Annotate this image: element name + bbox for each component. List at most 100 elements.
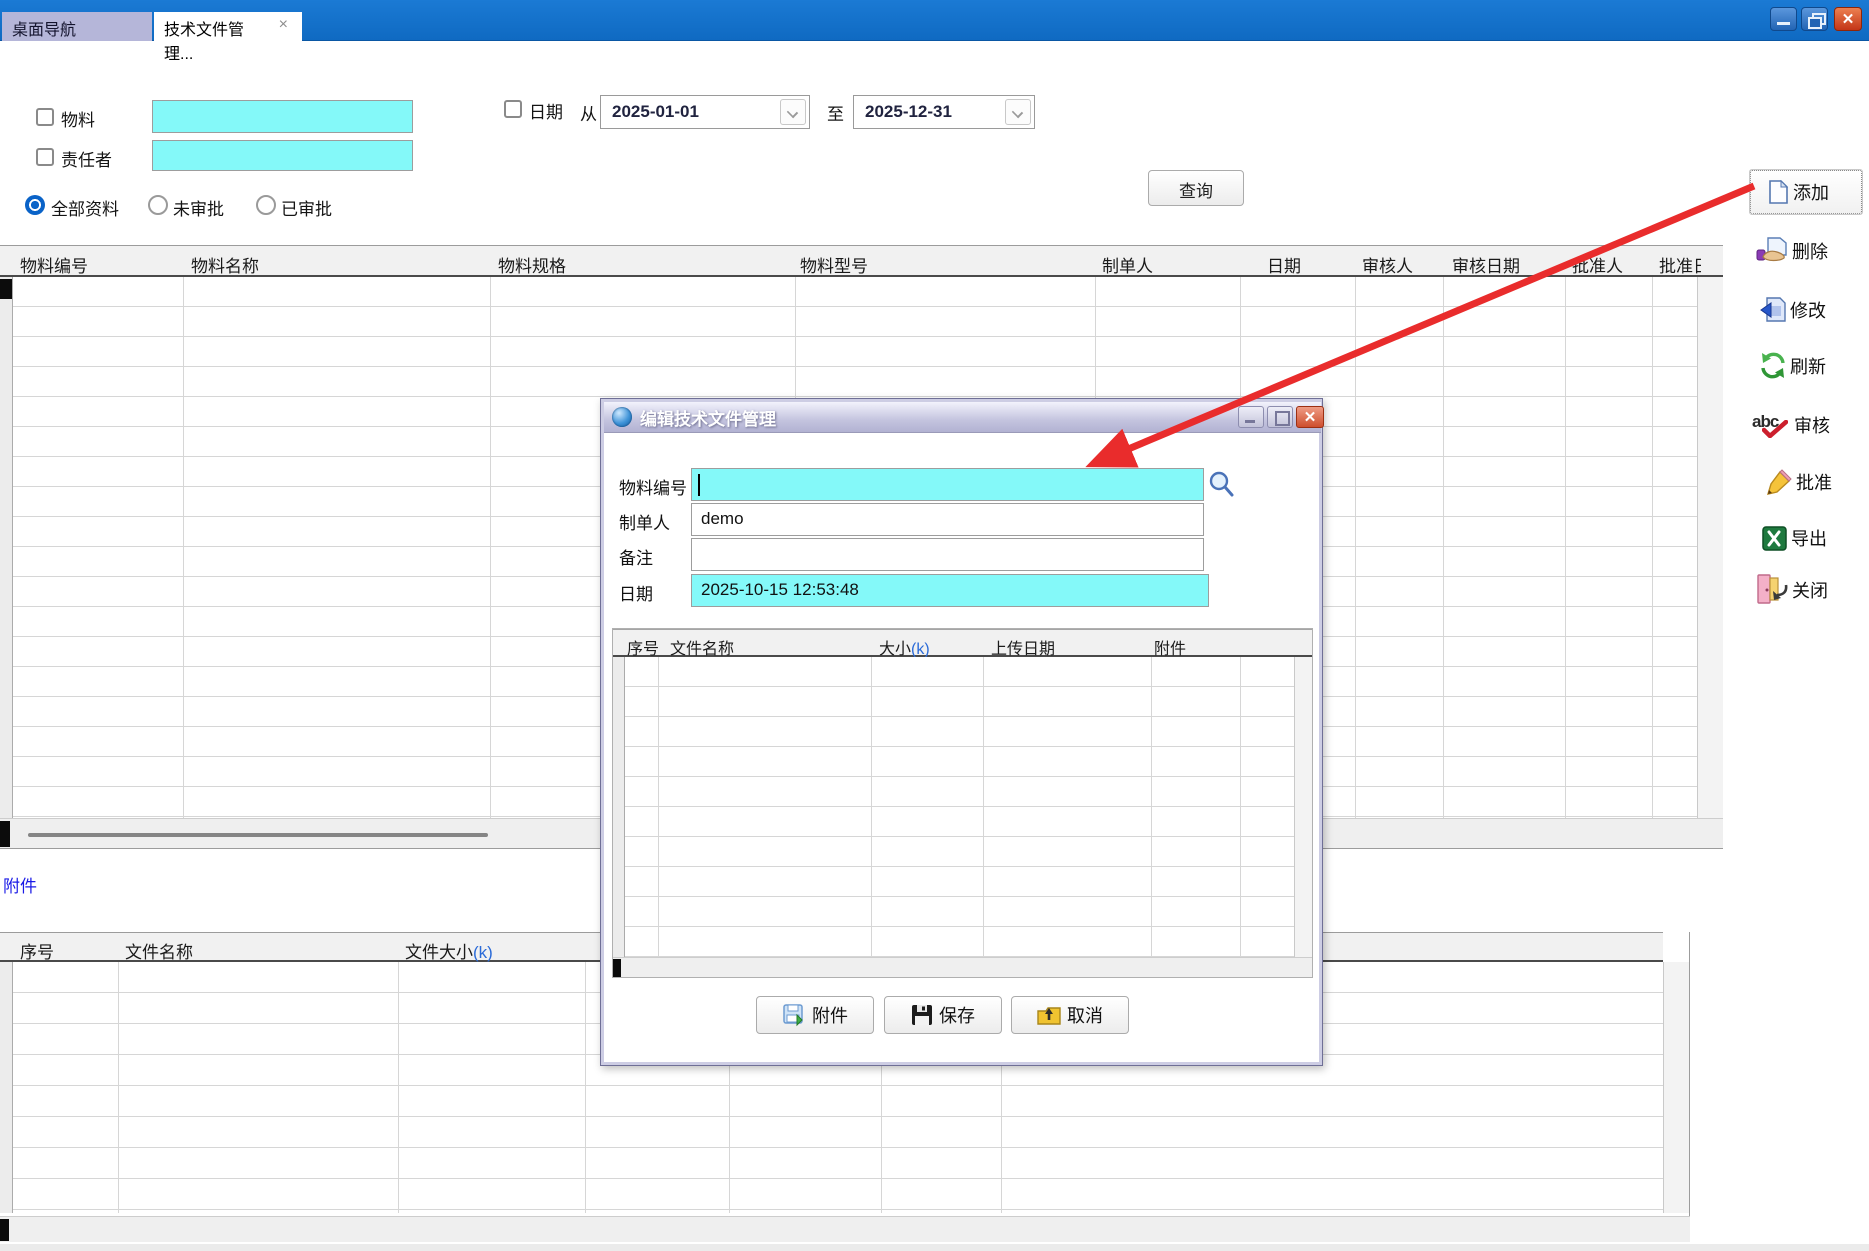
date-to-label: 至 bbox=[827, 100, 844, 125]
column-header[interactable]: 物料编号 bbox=[20, 252, 88, 277]
owner-checkbox[interactable] bbox=[36, 148, 54, 166]
column-header[interactable]: 附件 bbox=[1154, 635, 1186, 659]
radio-all-records[interactable] bbox=[25, 195, 45, 215]
date-from-select[interactable]: 2025-01-01 bbox=[600, 95, 810, 129]
column-header[interactable]: 物料名称 bbox=[191, 252, 259, 277]
scrollbar-thumb[interactable] bbox=[0, 821, 10, 847]
attachment-button[interactable]: 附件 bbox=[756, 996, 874, 1034]
horizontal-scrollbar[interactable] bbox=[0, 1216, 1690, 1242]
sidebar-audit-button[interactable]: abc 审核 bbox=[1752, 412, 1830, 438]
date-input[interactable]: 2025-10-15 12:53:48 bbox=[691, 574, 1209, 607]
radio-approved[interactable] bbox=[256, 195, 276, 215]
column-header[interactable]: 文件名称 bbox=[125, 938, 193, 963]
column-header[interactable]: 物料型号 bbox=[800, 252, 868, 277]
status-strip bbox=[0, 1244, 1869, 1251]
maximize-icon bbox=[1268, 407, 1292, 427]
scrollbar-thumb[interactable] bbox=[0, 1219, 9, 1241]
remark-input[interactable] bbox=[691, 538, 1204, 571]
attach-floppy-arrow-icon bbox=[782, 1003, 806, 1027]
field-label-remark: 备注 bbox=[619, 544, 653, 569]
column-header[interactable]: 上传日期 bbox=[991, 635, 1055, 659]
dialog-minimize-button[interactable] bbox=[1238, 406, 1264, 428]
field-label-material-code: 物料编号 bbox=[619, 474, 687, 499]
tab-bar: 桌面导航 技术文件管理... × bbox=[0, 0, 1869, 41]
sidebar-close-button[interactable]: 关闭 bbox=[1756, 573, 1828, 607]
material-code-input[interactable] bbox=[691, 468, 1204, 501]
close-icon bbox=[1297, 407, 1323, 427]
column-header[interactable]: 审核人 bbox=[1362, 252, 1413, 277]
delete-hand-icon bbox=[1756, 237, 1788, 265]
dialog-close-button[interactable] bbox=[1296, 406, 1324, 428]
tab-close-icon[interactable]: × bbox=[279, 16, 288, 41]
column-header[interactable]: 制单人 bbox=[1102, 252, 1153, 277]
vertical-scrollbar[interactable] bbox=[1663, 962, 1689, 1213]
tab-desktop-navigation[interactable]: 桌面导航 bbox=[2, 12, 152, 41]
column-header[interactable]: 文件名称 bbox=[670, 635, 734, 659]
dialog-title-bar[interactable]: 编辑技术文件管理 bbox=[604, 402, 1321, 433]
grid-column-line bbox=[398, 962, 399, 1213]
column-header[interactable]: 序号 bbox=[627, 635, 659, 659]
grid-column-line bbox=[658, 657, 659, 957]
radio-unapproved-label: 未审批 bbox=[173, 195, 224, 220]
creator-input[interactable]: demo bbox=[691, 503, 1204, 536]
window-restore-button[interactable] bbox=[1801, 7, 1828, 31]
owner-label: 责任者 bbox=[61, 146, 112, 171]
column-header[interactable]: 物料规格 bbox=[498, 252, 566, 277]
edit-dialog: 编辑技术文件管理 物料编号 制单人 demo 备注 日期 2025-10-15 … bbox=[600, 398, 1323, 1066]
scrollbar-thumb[interactable] bbox=[613, 959, 621, 977]
material-checkbox[interactable] bbox=[36, 108, 54, 126]
column-header[interactable]: 批准人 bbox=[1572, 252, 1623, 277]
scrollbar-thumb[interactable] bbox=[28, 833, 488, 837]
tab-tech-doc-management[interactable]: 技术文件管理... × bbox=[154, 12, 302, 41]
search-icon[interactable] bbox=[1207, 470, 1235, 498]
column-header[interactable]: 文件大小(k) bbox=[405, 938, 493, 963]
refresh-arrows-icon bbox=[1760, 352, 1786, 379]
sidebar-button-label: 批准 bbox=[1796, 469, 1832, 495]
sidebar-button-label: 添加 bbox=[1793, 179, 1829, 205]
radio-approved-label: 已审批 bbox=[281, 195, 332, 220]
save-button[interactable]: 保存 bbox=[884, 996, 1002, 1034]
attachment-link[interactable]: 附件 bbox=[3, 872, 37, 897]
sidebar-delete-button[interactable]: 删除 bbox=[1756, 237, 1828, 265]
tab-label: 技术文件管理... bbox=[164, 16, 271, 41]
owner-input[interactable] bbox=[152, 140, 413, 171]
column-header[interactable]: 序号 bbox=[20, 938, 54, 963]
sidebar-button-label: 审核 bbox=[1794, 412, 1830, 438]
grid-column-line bbox=[1240, 657, 1241, 957]
sidebar-button-label: 刷新 bbox=[1790, 353, 1826, 379]
date-from-value: 2025-01-01 bbox=[612, 102, 699, 122]
column-header[interactable]: 大小(k) bbox=[879, 635, 930, 659]
date-to-value: 2025-12-31 bbox=[865, 102, 952, 122]
sidebar-modify-button[interactable]: 修改 bbox=[1760, 297, 1826, 323]
sidebar-export-button[interactable]: 导出 bbox=[1762, 525, 1827, 551]
material-input[interactable] bbox=[152, 100, 413, 133]
sidebar-approve-button[interactable]: 批准 bbox=[1766, 469, 1832, 495]
horizontal-scrollbar[interactable] bbox=[613, 957, 1312, 977]
button-label: 取消 bbox=[1067, 1002, 1103, 1028]
date-checkbox[interactable] bbox=[504, 100, 522, 118]
vertical-scrollbar[interactable] bbox=[1697, 277, 1723, 818]
row-header-strip bbox=[613, 657, 625, 957]
modify-document-icon bbox=[1760, 297, 1786, 323]
date-to-select[interactable]: 2025-12-31 bbox=[853, 95, 1035, 129]
cancel-folder-icon bbox=[1037, 1004, 1061, 1026]
radio-unapproved[interactable] bbox=[148, 195, 168, 215]
column-header[interactable]: 审核日期 bbox=[1452, 252, 1520, 277]
column-header[interactable]: 日期 bbox=[1267, 252, 1301, 277]
sidebar-button-label: 导出 bbox=[1791, 525, 1827, 551]
dialog-file-table: 序号 文件名称 大小(k) 上传日期 附件 bbox=[613, 629, 1312, 977]
column-header[interactable]: 批准日期 bbox=[1659, 252, 1701, 277]
chevron-down-icon[interactable] bbox=[780, 99, 806, 125]
vertical-scrollbar[interactable] bbox=[1294, 657, 1312, 957]
material-label: 物料 bbox=[61, 106, 95, 131]
sidebar-button-label: 修改 bbox=[1790, 297, 1826, 323]
query-button[interactable]: 查询 bbox=[1148, 170, 1244, 206]
window-minimize-button[interactable] bbox=[1770, 7, 1797, 31]
dialog-maximize-button[interactable] bbox=[1267, 406, 1293, 428]
chevron-down-icon[interactable] bbox=[1005, 99, 1031, 125]
window-close-button[interactable] bbox=[1834, 7, 1862, 31]
sidebar-add-button[interactable]: 添加 bbox=[1750, 170, 1862, 214]
cancel-button[interactable]: 取消 bbox=[1011, 996, 1129, 1034]
sidebar-refresh-button[interactable]: 刷新 bbox=[1760, 352, 1826, 379]
close-door-icon bbox=[1756, 573, 1788, 607]
